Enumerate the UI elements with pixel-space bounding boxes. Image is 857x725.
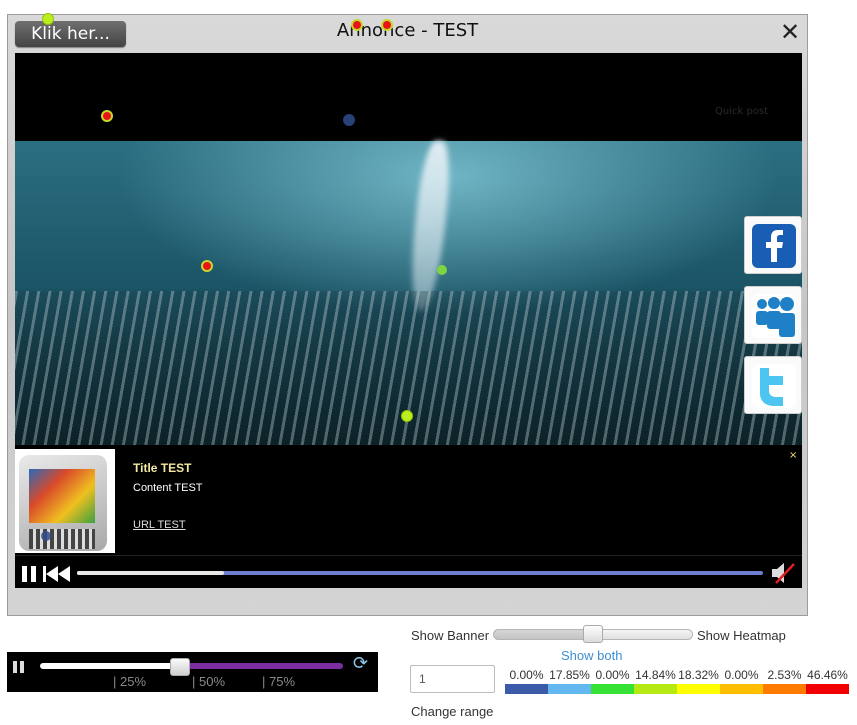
bubble-plume — [406, 141, 454, 311]
timeline-player: ⟳ | 25% | 50% | 75% — [7, 652, 378, 692]
heatmap-dot — [101, 110, 113, 122]
legend-swatch — [763, 684, 806, 694]
pause-icon[interactable] — [22, 566, 36, 582]
legend-swatch — [505, 684, 548, 694]
change-range-label: Change range — [411, 704, 494, 719]
heatmap-dot — [343, 114, 355, 126]
heatmap-dot — [401, 410, 413, 422]
share-myspace-button[interactable] — [744, 286, 802, 344]
show-banner-label: Show Banner — [411, 628, 490, 643]
legend-value: 18.32% — [678, 668, 719, 682]
video-player[interactable]: Quick post Title TEST Content TEST URL T… — [15, 53, 802, 588]
close-icon[interactable]: ✕ — [778, 20, 802, 44]
info-content: Content TEST — [133, 482, 203, 494]
legend-value: 0.00% — [509, 668, 544, 682]
timeline-track-remaining[interactable] — [180, 663, 343, 669]
legend-value: 0.00% — [595, 668, 630, 682]
show-heatmap-label: Show Heatmap — [697, 628, 786, 643]
legend-swatch — [591, 684, 634, 694]
video-frame — [15, 141, 802, 497]
legend-value: 14.84% — [635, 668, 676, 682]
legend-swatch — [720, 684, 763, 694]
info-url-link[interactable]: URL TEST — [133, 519, 186, 531]
view-mode-fill — [493, 629, 594, 640]
info-title: Title TEST — [133, 461, 192, 475]
heatmap-dot — [351, 19, 363, 31]
legend-value: 17.85% — [549, 668, 590, 682]
heatmap-dot — [201, 260, 213, 272]
legend-value: 0.00% — [724, 668, 759, 682]
legend-swatch — [806, 684, 849, 694]
quick-post-link[interactable]: Quick post — [715, 106, 768, 117]
rewind-icon[interactable] — [43, 566, 71, 582]
heatmap-dot — [381, 19, 393, 31]
timeline-tick: | 25% — [113, 674, 147, 689]
legend-swatch — [548, 684, 591, 694]
pause-icon[interactable] — [13, 661, 25, 673]
legend-value: 2.53% — [767, 668, 802, 682]
facebook-icon — [752, 224, 796, 268]
timeline-slider-thumb[interactable] — [170, 658, 190, 676]
seek-bar[interactable] — [77, 571, 763, 575]
product-thumbnail[interactable] — [15, 449, 115, 553]
info-close-icon[interactable]: × — [789, 450, 797, 461]
cta-button[interactable]: Klik her... — [15, 21, 126, 47]
legend-swatch — [677, 684, 720, 694]
ad-info-panel: Title TEST Content TEST URL TEST × — [15, 445, 802, 555]
heatmap-dot — [41, 531, 51, 541]
myspace-icon — [752, 294, 796, 338]
legend-swatch — [634, 684, 677, 694]
timeline-tick: | 50% — [192, 674, 226, 689]
show-both-label: Show both — [561, 648, 623, 663]
refresh-icon[interactable]: ⟳ — [353, 654, 373, 674]
mute-icon[interactable] — [770, 562, 796, 584]
phone-image — [19, 455, 107, 551]
legend-value: 46.46% — [807, 668, 848, 682]
twitter-icon — [752, 364, 796, 408]
range-input[interactable] — [410, 665, 495, 693]
share-twitter-button[interactable] — [744, 356, 802, 414]
share-facebook-button[interactable] — [744, 216, 802, 274]
timeline-tick: | 75% — [262, 674, 296, 689]
video-controls — [15, 555, 802, 588]
heatmap-dot — [42, 13, 54, 25]
timeline-track-played[interactable] — [40, 663, 180, 669]
view-mode-thumb[interactable] — [583, 625, 603, 643]
heatmap-dot — [437, 265, 447, 275]
seek-played — [77, 571, 225, 575]
